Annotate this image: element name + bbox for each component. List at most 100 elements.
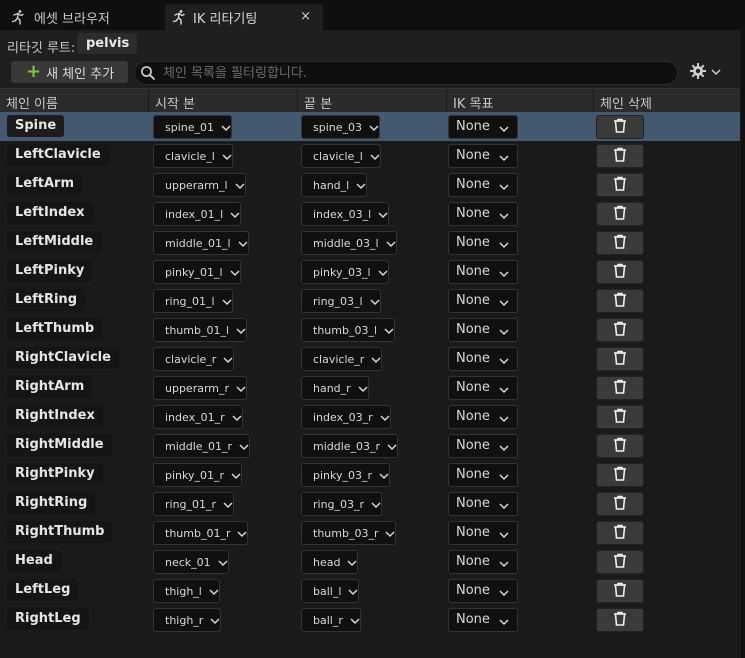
end-bone-dropdown[interactable]: thumb_03_l	[301, 318, 396, 342]
ik-goal-dropdown[interactable]: None	[448, 405, 518, 429]
chain-row[interactable]: LeftLeg thigh_l ball_l None	[0, 576, 740, 605]
ik-goal-dropdown[interactable]: None	[448, 347, 518, 371]
retarget-root-value[interactable]: pelvis	[77, 33, 137, 54]
ik-goal-dropdown[interactable]: None	[448, 463, 518, 487]
end-bone-dropdown[interactable]: ball_l	[301, 579, 360, 603]
delete-chain-button[interactable]	[596, 463, 644, 487]
end-bone-dropdown[interactable]: middle_03_r	[301, 434, 399, 458]
delete-chain-button[interactable]	[596, 318, 644, 342]
chain-name[interactable]: LeftArm	[7, 173, 82, 195]
end-bone-dropdown[interactable]: ring_03_l	[301, 289, 381, 313]
chain-row[interactable]: LeftClavicle clavicle_l clavicle_l None	[0, 141, 740, 170]
chain-row[interactable]: RightArm upperarm_r hand_r None	[0, 373, 740, 402]
chain-row[interactable]: RightPinky pinky_01_r pinky_03_r None	[0, 460, 740, 489]
start-bone-dropdown[interactable]: clavicle_r	[153, 347, 235, 371]
delete-chain-button[interactable]	[596, 579, 644, 603]
end-bone-dropdown[interactable]: middle_03_l	[301, 231, 397, 255]
start-bone-dropdown[interactable]: thigh_l	[153, 579, 220, 603]
chain-name[interactable]: RightIndex	[7, 405, 103, 427]
delete-chain-button[interactable]	[596, 144, 644, 168]
settings-button[interactable]	[689, 62, 725, 81]
column-header-chain-name[interactable]: 체인 이름	[0, 89, 148, 113]
close-icon[interactable]: ×	[300, 9, 311, 24]
chain-name[interactable]: RightLeg	[7, 608, 89, 630]
delete-chain-button[interactable]	[596, 492, 644, 516]
delete-chain-button[interactable]	[596, 521, 644, 545]
column-header-end-bone[interactable]: 끝 본	[297, 89, 446, 113]
delete-chain-button[interactable]	[596, 550, 644, 574]
chain-name[interactable]: LeftLeg	[7, 579, 79, 601]
start-bone-dropdown[interactable]: neck_01	[153, 550, 229, 574]
delete-chain-button[interactable]	[596, 289, 644, 313]
chain-row[interactable]: LeftIndex index_01_l index_03_l None	[0, 199, 740, 228]
column-header-ik-goal[interactable]: IK 목표	[446, 89, 593, 113]
start-bone-dropdown[interactable]: thumb_01_r	[153, 521, 249, 545]
chain-row[interactable]: RightLeg thigh_r ball_r None	[0, 605, 740, 634]
end-bone-dropdown[interactable]: pinky_03_r	[301, 463, 391, 487]
ik-goal-dropdown[interactable]: None	[448, 521, 518, 545]
ik-goal-dropdown[interactable]: None	[448, 173, 518, 197]
chain-row[interactable]: LeftArm upperarm_l hand_l None	[0, 170, 740, 199]
chain-row[interactable]: RightThumb thumb_01_r thumb_03_r None	[0, 518, 740, 547]
chain-name[interactable]: RightMiddle	[7, 434, 112, 456]
start-bone-dropdown[interactable]: ring_01_l	[153, 289, 233, 313]
end-bone-dropdown[interactable]: index_03_r	[301, 405, 391, 429]
chain-row[interactable]: RightClavicle clavicle_r clavicle_r None	[0, 344, 740, 373]
ik-goal-dropdown[interactable]: None	[448, 579, 518, 603]
chain-row[interactable]: LeftMiddle middle_01_l middle_03_l None	[0, 228, 740, 257]
chain-row[interactable]: RightMiddle middle_01_r middle_03_r None	[0, 431, 740, 460]
column-header-start-bone[interactable]: 시작 본	[148, 89, 297, 113]
start-bone-dropdown[interactable]: middle_01_l	[153, 231, 249, 255]
start-bone-dropdown[interactable]: thumb_01_l	[153, 318, 248, 342]
end-bone-dropdown[interactable]: head	[301, 550, 359, 574]
ik-goal-dropdown[interactable]: None	[448, 376, 518, 400]
delete-chain-button[interactable]	[596, 202, 644, 226]
start-bone-dropdown[interactable]: index_01_l	[153, 202, 242, 226]
chain-search-input[interactable]	[163, 65, 663, 81]
chain-name[interactable]: LeftThumb	[7, 318, 103, 340]
column-header-delete-chain[interactable]: 체인 삭제	[593, 89, 740, 113]
end-bone-dropdown[interactable]: ring_03_r	[301, 492, 383, 516]
start-bone-dropdown[interactable]: ring_01_r	[153, 492, 235, 516]
start-bone-dropdown[interactable]: upperarm_r	[153, 376, 248, 400]
chain-row[interactable]: RightIndex index_01_r index_03_r None	[0, 402, 740, 431]
start-bone-dropdown[interactable]: thigh_r	[153, 608, 222, 632]
start-bone-dropdown[interactable]: clavicle_l	[153, 144, 233, 168]
chain-name[interactable]: LeftIndex	[7, 202, 93, 224]
chain-name[interactable]: LeftPinky	[7, 260, 93, 282]
start-bone-dropdown[interactable]: upperarm_l	[153, 173, 246, 197]
chain-name[interactable]: RightPinky	[7, 463, 103, 485]
ik-goal-dropdown[interactable]: None	[448, 550, 518, 574]
delete-chain-button[interactable]	[596, 260, 644, 284]
end-bone-dropdown[interactable]: clavicle_r	[301, 347, 383, 371]
delete-chain-button[interactable]	[596, 115, 644, 139]
chain-name[interactable]: RightClavicle	[7, 347, 119, 369]
chain-name[interactable]: RightThumb	[7, 521, 113, 543]
ik-goal-dropdown[interactable]: None	[448, 260, 518, 284]
ik-goal-dropdown[interactable]: None	[448, 289, 518, 313]
chain-row[interactable]: Head neck_01 head None	[0, 547, 740, 576]
chain-row[interactable]: Spine spine_01 spine_03 None	[0, 112, 740, 141]
chain-name[interactable]: RightArm	[7, 376, 93, 398]
delete-chain-button[interactable]	[596, 434, 644, 458]
delete-chain-button[interactable]	[596, 231, 644, 255]
delete-chain-button[interactable]	[596, 347, 644, 371]
chain-name[interactable]: LeftRing	[7, 289, 85, 311]
end-bone-dropdown[interactable]: thumb_03_r	[301, 521, 397, 545]
chain-name[interactable]: Spine	[7, 115, 65, 137]
ik-goal-dropdown[interactable]: None	[448, 492, 518, 516]
ik-goal-dropdown[interactable]: None	[448, 608, 518, 632]
chain-name[interactable]: Head	[7, 550, 61, 572]
chain-name[interactable]: RightRing	[7, 492, 96, 514]
ik-goal-dropdown[interactable]: None	[448, 434, 518, 458]
chain-name[interactable]: LeftMiddle	[7, 231, 102, 253]
add-chain-button[interactable]: + 새 체인 추가	[11, 61, 128, 83]
delete-chain-button[interactable]	[596, 608, 644, 632]
chain-row[interactable]: LeftRing ring_01_l ring_03_l None	[0, 286, 740, 315]
delete-chain-button[interactable]	[596, 376, 644, 400]
end-bone-dropdown[interactable]: spine_03	[301, 115, 381, 139]
end-bone-dropdown[interactable]: hand_l	[301, 173, 368, 197]
end-bone-dropdown[interactable]: pinky_03_l	[301, 260, 389, 284]
delete-chain-button[interactable]	[596, 405, 644, 429]
end-bone-dropdown[interactable]: ball_r	[301, 608, 361, 632]
